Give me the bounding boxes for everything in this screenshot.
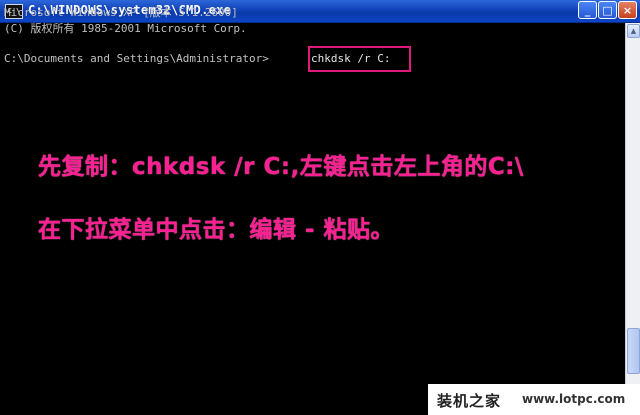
watermark: 装机之家 www.lotpc.com bbox=[428, 384, 640, 415]
watermark-url: www.lotpc.com bbox=[522, 392, 626, 406]
cmd-window: C:\ C:\WINDOWS\system32\CMD.exe _ □ × Mi… bbox=[0, 0, 640, 415]
instruction-line-1: 先复制：chkdsk /r C:,左键点击左上角的C:\ bbox=[38, 154, 524, 180]
scroll-up-button[interactable]: ▲ bbox=[627, 24, 640, 38]
console-prompt: C:\Documents and Settings\Administrator> bbox=[4, 52, 269, 65]
minimize-button[interactable]: _ bbox=[578, 1, 597, 19]
maximize-button[interactable]: □ bbox=[598, 1, 617, 19]
close-button[interactable]: × bbox=[618, 1, 637, 19]
command-text: chkdsk /r C: bbox=[311, 52, 391, 65]
console-copyright-line: (C) 版权所有 1985-2001 Microsoft Corp. bbox=[4, 22, 247, 35]
console-version-line: Microsoft Windows XP [版本 5.1.2600] bbox=[4, 6, 238, 19]
vertical-scrollbar[interactable]: ▲ ▼ bbox=[625, 23, 640, 415]
watermark-brand: 装机之家 bbox=[437, 392, 502, 410]
scroll-thumb[interactable] bbox=[627, 328, 640, 374]
instruction-line-2: 在下拉菜单中点击：编辑 - 粘贴。 bbox=[38, 217, 395, 243]
